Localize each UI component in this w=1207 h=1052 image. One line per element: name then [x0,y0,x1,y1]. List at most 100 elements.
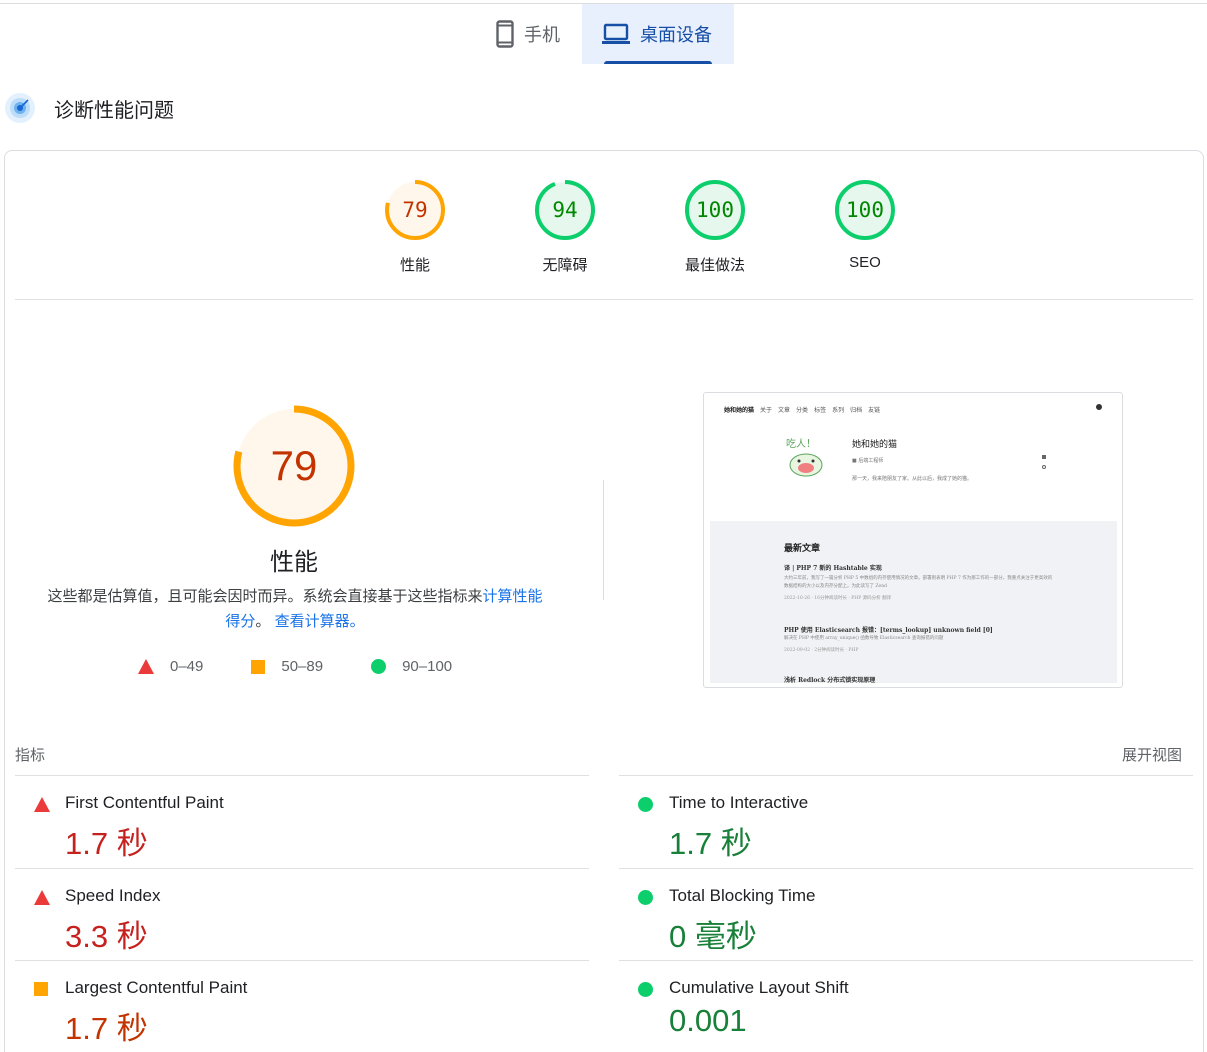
theme-toggle-icon [1096,404,1102,410]
thumb-post-text: 解决在 PHP 中使用 array_unique() 函数导致 Elastics… [784,636,944,641]
metric-name: First Contentful Paint [65,793,224,812]
metrics-heading: 指标 [15,747,46,764]
tab-desktop-label: 桌面设备 [640,25,712,45]
metric-tti: Time to Interactive 1.7 秒 [619,775,1193,868]
legend-label: 0–49 [170,658,204,675]
laptop-icon [602,23,630,45]
pass-circle-icon [638,982,653,997]
gauge-label: SEO [849,254,881,271]
square-icon [251,659,266,674]
thumb-nav-item: 系列 [832,407,845,414]
thumb-latest-heading: 最新文章 [784,544,821,554]
thumb-post-title: 译 | PHP 7 新的 Hashtable 实现 [784,565,882,572]
metric-value: 0 毫秒 [669,919,757,954]
tab-desktop[interactable]: 桌面设备 [582,4,734,64]
thumb-post-title: PHP 使用 Elasticsearch 报错：[terms_lookup] u… [784,627,993,634]
circle-shape [638,982,653,997]
legend-average: 50–89 [251,658,323,675]
gauge-best-practices[interactable]: 100 最佳做法 [640,178,790,275]
thumb-brand: 她和她的猫 [724,407,755,414]
circle-icon [371,659,387,674]
final-screenshot[interactable]: 她和她的猫 关于 文章 分类 标签 系列 归档 友链 吃人！ 她和她的猫 ■ 后… [703,392,1123,688]
triangle-icon [138,659,154,674]
metric-value: 0.001 [669,1003,747,1038]
gauge-ring: 79 [383,178,447,242]
thumb-nav-item: 友链 [868,407,881,414]
thumb-post-title: 浅析 Redlock 分布式锁实现原理 [784,677,876,684]
metric-name: Largest Contentful Paint [65,978,248,997]
gauge-ring: 100 [833,178,897,242]
triangle-shape [34,797,50,812]
thumb-nav-item: 文章 [778,407,791,414]
smartphone-icon [496,20,514,48]
circle-shape [638,797,653,812]
metric-name: Total Blocking Time [669,886,816,905]
thumb-meta: ■ 后端工程师 [852,458,884,464]
avatar: 吃人！ [782,437,830,479]
metric-fcp: First Contentful Paint 1.7 秒 [15,775,589,868]
performance-description: 这些都是估算值，且可能会因时而异。系统会直接基于这些指标来计算性能得分。 查看计… [40,584,550,634]
section-title: 诊断性能问题 [54,99,174,122]
legend-fail: 0–49 [138,658,203,675]
performance-gauge-large: 79 [232,404,356,528]
gauge-accessibility[interactable]: 94 无障碍 [490,178,640,275]
legend-label: 50–89 [281,658,324,675]
legend-pass: 90–100 [371,658,452,675]
gauge-ring: 94 [533,178,597,242]
metric-tbt: Total Blocking Time 0 毫秒 [619,868,1193,961]
gauge-label: 无障碍 [542,257,588,274]
pass-circle-icon [638,797,653,812]
mail-icon [1042,455,1046,459]
metric-name: Speed Index [65,886,161,905]
metric-value: 1.7 秒 [65,826,148,861]
thumb-post-text: 大约三年前，我写了一篇分析 PHP 5 中数组的内存使用情况的文章。部署则表明 … [784,576,1053,589]
expand-view-toggle[interactable]: 展开视图 [1122,744,1182,765]
legend-label: 90–100 [402,658,453,675]
metric-lcp: Largest Contentful Paint 1.7 秒 [15,960,589,1052]
thumb-nav-item: 标签 [814,407,827,414]
gauge-value: 94 [552,198,578,222]
description-separator: 。 [255,613,271,630]
thumb-nav-item: 归档 [850,407,863,414]
gauge-value: 100 [696,198,734,222]
square-shape [34,982,48,996]
tab-mobile-label: 手机 [524,25,560,45]
metric-value: 1.7 秒 [65,1011,148,1046]
metric-name: Time to Interactive [669,793,809,812]
metric-cls: Cumulative Layout Shift 0.001 [619,960,1193,1052]
gauge-label: 性能 [399,257,430,274]
section-header: 诊断性能问题 [4,92,174,124]
gauge-performance[interactable]: 79 性能 [340,178,490,275]
category-gauges: 79 性能 94 无障碍 100 最佳做法 100 SEO [340,178,940,275]
thumb-meta-text: 后端工程师 [858,458,884,464]
fail-triangle-icon [34,890,50,905]
metric-name: Cumulative Layout Shift [669,978,849,997]
metric-value: 1.7 秒 [669,826,752,861]
vertical-divider [603,480,604,600]
tab-mobile[interactable]: 手机 [482,4,582,64]
triangle-shape [34,890,50,905]
gauge-label: 最佳做法 [684,257,745,274]
gauges-divider [15,299,1193,300]
circle-shape [638,890,653,905]
description-text: 这些都是估算值，且可能会因时而异。系统会直接基于这些指标来 [47,588,483,605]
metric-value: 3.3 秒 [65,919,148,954]
gauge-value: 79 [402,198,428,222]
avatar-text: 吃人！ [786,437,816,450]
github-icon [1042,465,1046,469]
fail-triangle-icon [34,797,50,812]
average-square-icon [34,982,48,996]
performance-score: 79 [270,442,318,489]
thumb-navbar: 她和她的猫 关于 文章 分类 标签 系列 归档 友链 [724,405,880,414]
metric-speed-index: Speed Index 3.3 秒 [15,868,589,961]
performance-title: 性能 [270,549,318,576]
diagnose-icon [4,92,36,124]
gauge-ring: 100 [683,178,747,242]
thumb-name: 她和她的猫 [852,440,898,450]
thumb-main: 最新文章 译 | PHP 7 新的 Hashtable 实现 大约三年前，我写了… [710,521,1117,684]
gauge-seo[interactable]: 100 SEO [790,178,940,275]
calculator-link[interactable]: 查看计算器。 [275,613,365,630]
pass-circle-icon [638,890,653,905]
thumb-nav-item: 关于 [760,407,773,414]
gauge-value: 100 [846,198,884,222]
